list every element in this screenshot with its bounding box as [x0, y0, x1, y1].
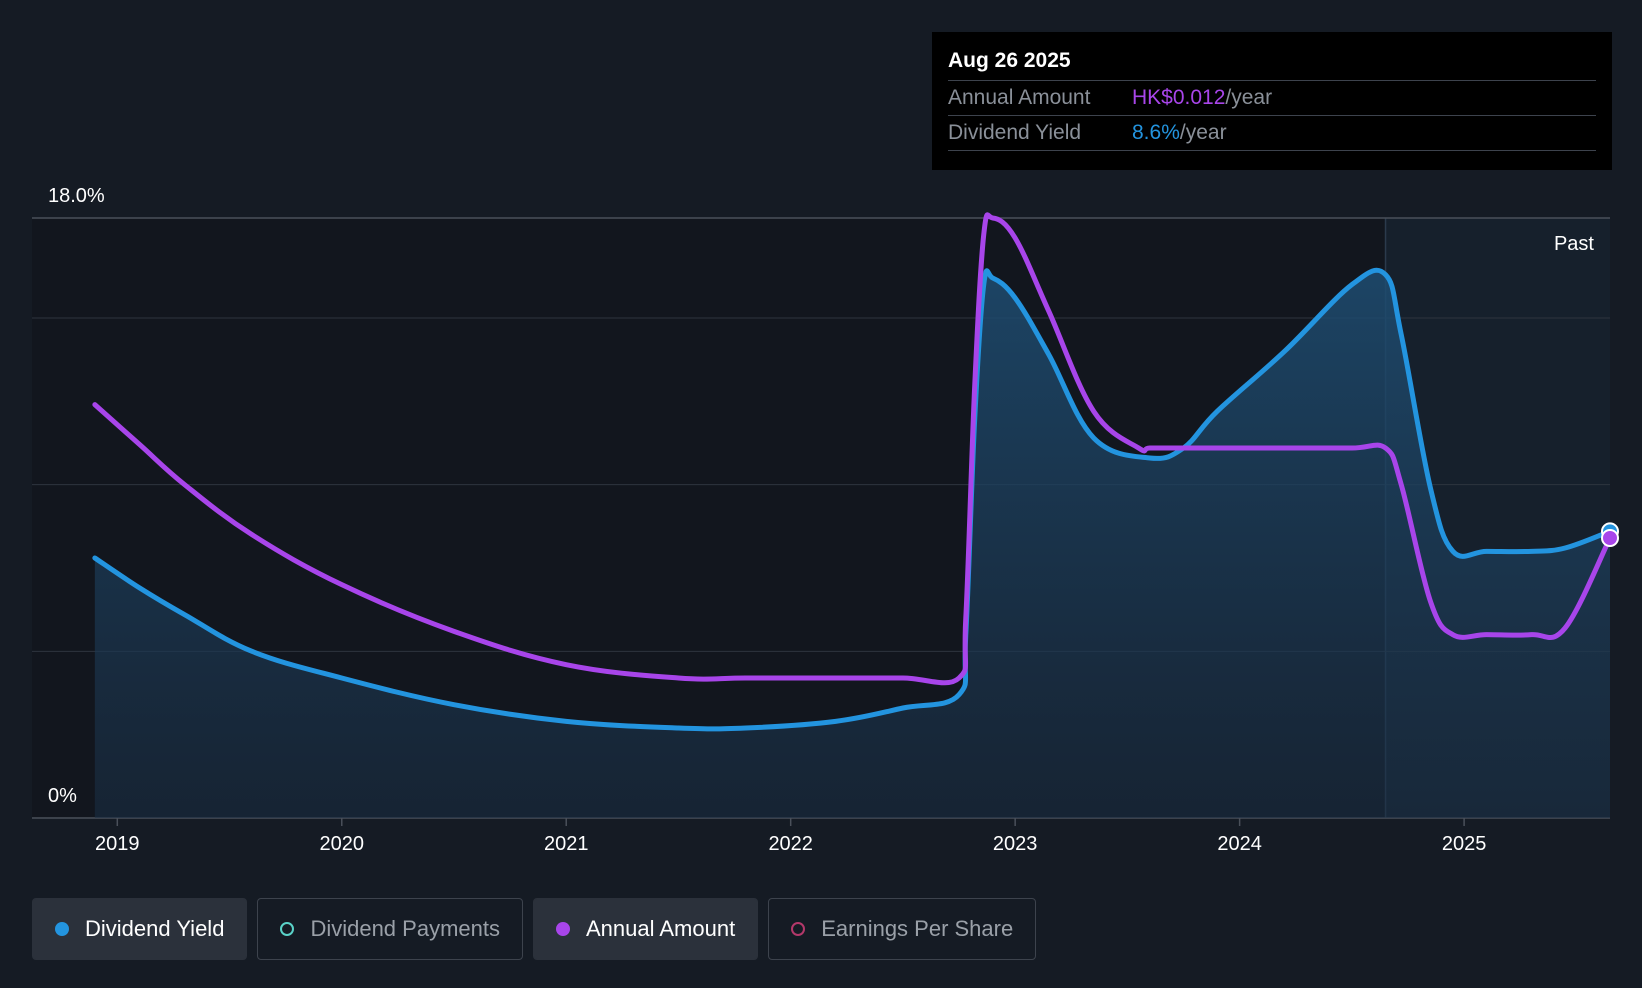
legend-dividend-yield-dot-icon — [55, 922, 69, 936]
legend-earnings-per-share-button[interactable]: Earnings Per Share — [768, 898, 1037, 960]
legend-earnings-per-share-dot-icon — [791, 922, 806, 936]
y-axis-bottom-label: 0% — [48, 785, 77, 807]
legend-annual-amount-button[interactable]: Annual Amount — [532, 898, 759, 960]
x-tick-label: 2025 — [1442, 833, 1487, 855]
x-tick-label: 2022 — [768, 833, 813, 855]
legend-dividend-yield-label: Dividend Yield — [85, 916, 225, 941]
legend: Dividend Yield Dividend Payments Annual … — [32, 898, 1037, 960]
x-tick-label: 2020 — [320, 833, 365, 855]
legend-dividend-yield-button[interactable]: Dividend Yield — [32, 898, 248, 960]
legend-dividend-payments-label: Dividend Payments — [310, 916, 500, 941]
tooltip-annual-row: Annual Amount HK$0.012 /year — [948, 80, 1596, 115]
tooltip: Aug 26 2025 Annual Amount HK$0.012 /year… — [932, 32, 1612, 170]
tooltip-yield-label: Dividend Yield — [948, 121, 1082, 144]
legend-annual-amount-label: Annual Amount — [585, 916, 736, 941]
x-tick-label: 2023 — [993, 833, 1038, 855]
legend-earnings-per-share-label: Earnings Per Share — [821, 916, 1014, 941]
x-tick-label: 2019 — [95, 833, 140, 855]
tooltip-yield-unit: /year — [1179, 121, 1227, 144]
legend-annual-amount-dot-icon — [555, 922, 570, 936]
tooltip-annual-unit: /year — [1225, 86, 1273, 109]
x-tick-label: 2024 — [1217, 833, 1262, 855]
tooltip-annual-value: HK$0.012 — [1132, 86, 1226, 109]
tooltip-annual-label: Annual Amount — [948, 86, 1091, 109]
tooltip-date: Aug 26 2025 — [948, 49, 1071, 72]
tooltip-yield-row: Dividend Yield 8.6% /year — [948, 115, 1596, 151]
past-label: Past — [1554, 233, 1594, 255]
legend-dividend-payments-dot-icon — [280, 922, 295, 936]
x-tick-label: 2021 — [544, 833, 589, 855]
tooltip-yield-value: 8.6% — [1132, 121, 1180, 144]
annual-end-point — [1601, 529, 1619, 547]
y-axis-top-label: 18.0% — [48, 185, 105, 207]
legend-dividend-payments-button[interactable]: Dividend Payments — [257, 898, 523, 960]
